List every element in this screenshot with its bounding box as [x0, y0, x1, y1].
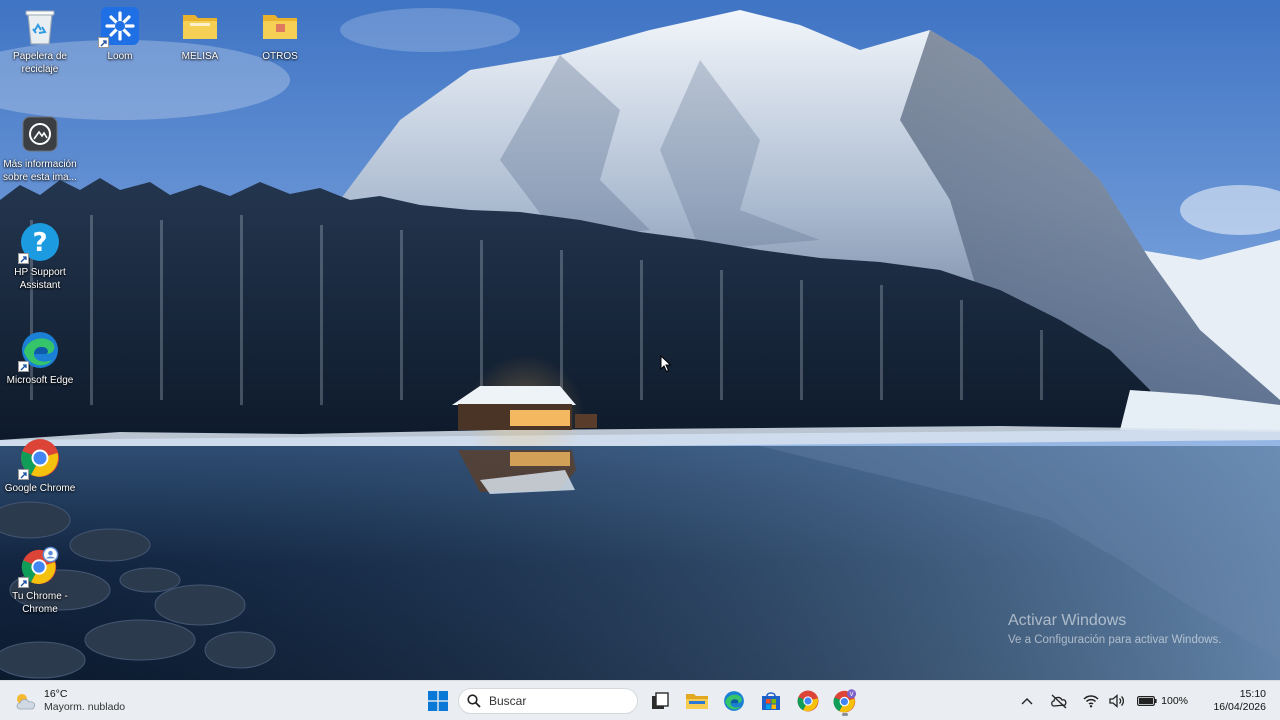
- taskbar: 16°C Mayorm. nublado Buscar V 100% 15:10…: [0, 680, 1280, 720]
- desktop-icon-label: Tu Chrome - Chrome: [12, 591, 68, 615]
- battery-icon: [1137, 696, 1157, 706]
- desktop-icon-google-chrome[interactable]: Google Chrome: [0, 438, 80, 495]
- desktop-icon-tu-chrome[interactable]: Tu Chrome - Chrome: [0, 546, 80, 616]
- start-button[interactable]: [422, 685, 454, 717]
- clock-time: 15:10: [1239, 688, 1266, 700]
- shortcut-arrow-icon: [18, 253, 29, 264]
- desktop-icon-label: Loom: [107, 51, 133, 62]
- cloud-sync-status[interactable]: [1047, 689, 1071, 713]
- battery-status[interactable]: [1135, 689, 1159, 713]
- watermark-title: Activar Windows: [1008, 612, 1127, 629]
- desktop-icon-folder-melisa[interactable]: MELISA: [160, 6, 240, 63]
- cloud-off-icon: [1051, 694, 1067, 709]
- partly-cloudy-icon: [16, 694, 36, 710]
- watermark-subtitle: Ve a Configuración para activar Windows.: [1008, 634, 1222, 646]
- chrome-profile-icon: V: [833, 689, 857, 713]
- recycle-bin-icon: [20, 6, 60, 46]
- search-placeholder: Buscar: [489, 694, 527, 708]
- shortcut-arrow-icon: [18, 469, 29, 480]
- mouse-cursor-icon: [660, 355, 672, 373]
- desktop-icon-microsoft-edge[interactable]: Microsoft Edge: [0, 330, 80, 387]
- show-hidden-icons-button[interactable]: [1015, 689, 1039, 713]
- weather-widget[interactable]: 16°C Mayorm. nublado: [14, 687, 125, 715]
- svg-text:?: ?: [32, 228, 47, 258]
- task-view-icon: [652, 692, 669, 709]
- taskbar-search-box[interactable]: Buscar: [458, 688, 638, 714]
- camera-info-icon: [20, 114, 60, 154]
- shortcut-arrow-icon: [98, 37, 109, 48]
- desktop-icon-label: HP Support Assistant: [14, 267, 66, 291]
- desktop-icon-label: Microsoft Edge: [6, 375, 74, 386]
- running-indicator: [842, 713, 848, 716]
- chrome-icon: [797, 690, 819, 712]
- weather-temperature: 16°C: [44, 688, 68, 700]
- shortcut-arrow-icon: [18, 577, 29, 588]
- activate-windows-watermark: Activar Windows Ve a Configuración para …: [1008, 610, 1222, 648]
- wifi-icon: [1083, 695, 1099, 708]
- edge-icon: [724, 691, 744, 711]
- shortcut-arrow-icon: [18, 361, 29, 372]
- desktop-icon-loom[interactable]: Loom: [80, 6, 160, 63]
- weather-condition: Mayorm. nublado: [44, 701, 126, 713]
- loom-icon: [98, 6, 140, 48]
- desktop-screen: Papelera de reciclaje Loom MELISA OTROS …: [0, 0, 1280, 720]
- edge-icon: [18, 330, 60, 372]
- chevron-up-icon: [1021, 698, 1033, 705]
- desktop-icon-label: Papelera de reciclaje: [13, 51, 67, 75]
- speaker-icon: [1109, 694, 1125, 708]
- chrome-icon: [18, 438, 60, 480]
- desktop-icon-spotlight-info[interactable]: Más información sobre esta ima...: [0, 114, 80, 184]
- taskbar-clock[interactable]: 15:10 16/04/2026: [1206, 688, 1266, 714]
- windows-start-icon: [428, 691, 448, 711]
- desktop-icon-recycle-bin[interactable]: Papelera de reciclaje: [0, 6, 80, 76]
- desktop-icon-label: Más información sobre esta ima...: [3, 159, 77, 183]
- file-explorer-icon: [686, 694, 708, 709]
- taskbar-store[interactable]: [755, 685, 787, 717]
- taskbar-file-explorer[interactable]: [681, 685, 713, 717]
- folder-icon: [180, 6, 220, 46]
- clock-date: 16/04/2026: [1213, 701, 1266, 713]
- system-tray: 100% 15:10 16/04/2026: [1015, 681, 1280, 720]
- desktop-icon-folder-otros[interactable]: OTROS: [240, 6, 320, 63]
- battery-percentage: 100%: [1161, 695, 1188, 707]
- task-view-button[interactable]: [644, 685, 676, 717]
- taskbar-edge[interactable]: [718, 685, 750, 717]
- desktop-icon-label: Google Chrome: [4, 483, 76, 494]
- store-icon: [762, 692, 780, 710]
- desktop-icon-label: MELISA: [181, 51, 219, 62]
- desktop-wallpaper: [0, 0, 1280, 680]
- desktop-icon-hp-support[interactable]: ? HP Support Assistant: [0, 222, 80, 292]
- volume-control[interactable]: [1105, 689, 1129, 713]
- taskbar-center-apps: Buscar V: [422, 685, 861, 717]
- taskbar-chrome[interactable]: [792, 685, 824, 717]
- taskbar-chrome-profile[interactable]: V: [829, 685, 861, 717]
- wifi-status[interactable]: [1079, 689, 1103, 713]
- folder-icon: [260, 6, 300, 46]
- chrome-profile-icon: [18, 546, 60, 588]
- desktop-icon-label: OTROS: [262, 51, 298, 62]
- search-icon: [467, 694, 481, 708]
- help-icon: ?: [18, 222, 60, 264]
